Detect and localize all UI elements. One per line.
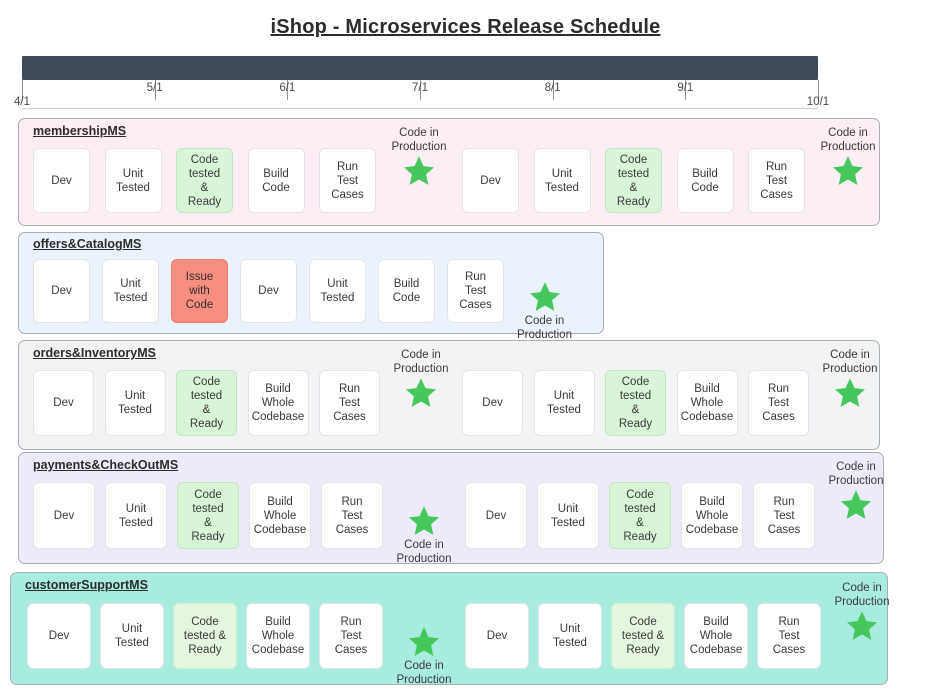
milestone-code-in-production[interactable]: Code in Production bbox=[378, 504, 470, 566]
task-box[interactable]: Code tested & Ready bbox=[176, 148, 233, 213]
task-box[interactable]: Run Test Cases bbox=[319, 603, 383, 669]
task-box[interactable]: Dev bbox=[33, 482, 95, 549]
task-box[interactable]: Code tested & Ready bbox=[611, 603, 675, 669]
task-box[interactable]: Dev bbox=[33, 370, 94, 436]
swimlane-customerSupportMS[interactable]: customerSupportMSDevUnit TestedCode test… bbox=[10, 572, 888, 685]
task-box[interactable]: Unit Tested bbox=[309, 259, 366, 323]
milestone-code-in-production[interactable]: Code in Production bbox=[378, 625, 470, 687]
page-title: iShop - Microservices Release Schedule bbox=[0, 16, 931, 39]
gantt-page: iShop - Microservices Release Schedule 4… bbox=[0, 0, 931, 696]
task-box[interactable]: Dev bbox=[27, 603, 91, 669]
timeline-tick-label: 9/1 bbox=[677, 82, 693, 94]
task-box[interactable]: Unit Tested bbox=[534, 148, 591, 213]
task-box[interactable]: Code tested & Ready bbox=[177, 482, 239, 549]
milestone-label: Code in Production bbox=[835, 581, 890, 609]
task-box[interactable]: Unit Tested bbox=[102, 259, 159, 323]
star-icon bbox=[407, 504, 441, 538]
milestone-code-in-production[interactable]: Code in Production bbox=[810, 460, 902, 522]
task-box[interactable]: Dev bbox=[33, 148, 90, 213]
task-box[interactable]: Build Code bbox=[248, 148, 305, 213]
task-box[interactable]: Dev bbox=[240, 259, 297, 323]
task-box[interactable]: Unit Tested bbox=[534, 370, 595, 436]
task-box[interactable]: Run Test Cases bbox=[753, 482, 815, 549]
star-icon bbox=[402, 154, 436, 188]
star-icon bbox=[839, 488, 873, 522]
task-box[interactable]: Run Test Cases bbox=[748, 148, 805, 213]
milestone-code-in-production[interactable]: Code in Production bbox=[373, 126, 465, 188]
milestone-label: Code in Production bbox=[517, 314, 572, 342]
task-box[interactable]: Code tested & Ready bbox=[173, 603, 237, 669]
task-box[interactable]: Unit Tested bbox=[537, 482, 599, 549]
task-box[interactable]: Build Whole Codebase bbox=[677, 370, 738, 436]
swimlane-offers&CatalogMS[interactable]: offers&CatalogMSDevUnit TestedIssue with… bbox=[18, 232, 604, 334]
task-box[interactable]: Run Test Cases bbox=[319, 148, 376, 213]
swimlane-title: payments&CheckOutMS bbox=[33, 458, 178, 472]
milestone-code-in-production[interactable]: Code in Production bbox=[816, 581, 908, 643]
milestone-label: Code in Production bbox=[392, 126, 447, 154]
task-box[interactable]: Code tested & Ready bbox=[605, 370, 666, 436]
timeline-axis: 4/1 5/1 6/1 7/1 8/1 9/1 10/1 bbox=[0, 56, 931, 112]
task-box[interactable]: Dev bbox=[465, 482, 527, 549]
star-icon bbox=[831, 154, 865, 188]
timeline-tick-label: 8/1 bbox=[545, 82, 561, 94]
swimlane-membershipMS[interactable]: membershipMSDevUnit TestedCode tested & … bbox=[18, 118, 880, 226]
task-box[interactable]: Run Test Cases bbox=[319, 370, 380, 436]
swimlane-title: offers&CatalogMS bbox=[33, 237, 141, 251]
star-icon bbox=[528, 280, 562, 314]
star-icon bbox=[845, 609, 879, 643]
swimlane-payments&CheckOutMS[interactable]: payments&CheckOutMSDevUnit TestedCode te… bbox=[18, 452, 884, 564]
task-box[interactable]: Issue with Code bbox=[171, 259, 228, 323]
milestone-code-in-production[interactable]: Code in Production bbox=[802, 126, 894, 188]
star-icon bbox=[833, 376, 867, 410]
star-icon bbox=[407, 625, 441, 659]
task-box[interactable]: Build Code bbox=[677, 148, 734, 213]
task-box[interactable]: Build Whole Codebase bbox=[684, 603, 748, 669]
task-box[interactable]: Run Test Cases bbox=[447, 259, 504, 323]
milestone-label: Code in Production bbox=[394, 348, 449, 376]
milestone-label: Code in Production bbox=[397, 659, 452, 687]
task-box[interactable]: Run Test Cases bbox=[757, 603, 821, 669]
milestone-label: Code in Production bbox=[823, 348, 878, 376]
timeline-tick-label: 7/1 bbox=[412, 82, 428, 94]
milestone-code-in-production[interactable]: Code in Production bbox=[499, 280, 591, 342]
task-box[interactable]: Build Code bbox=[378, 259, 435, 323]
milestone-code-in-production[interactable]: Code in Production bbox=[375, 348, 467, 410]
task-box[interactable]: Dev bbox=[462, 370, 523, 436]
task-box[interactable]: Run Test Cases bbox=[321, 482, 383, 549]
task-box[interactable]: Dev bbox=[465, 603, 529, 669]
milestone-code-in-production[interactable]: Code in Production bbox=[804, 348, 896, 410]
task-box[interactable]: Dev bbox=[462, 148, 519, 213]
swimlane-orders&InventoryMS[interactable]: orders&InventoryMSDevUnit TestedCode tes… bbox=[18, 340, 880, 450]
milestone-label: Code in Production bbox=[397, 538, 452, 566]
timeline-tick-label: 10/1 bbox=[807, 96, 829, 108]
task-box[interactable]: Unit Tested bbox=[105, 148, 162, 213]
task-box[interactable]: Unit Tested bbox=[100, 603, 164, 669]
task-box[interactable]: Build Whole Codebase bbox=[249, 482, 311, 549]
timeline-tick-label: 4/1 bbox=[14, 96, 30, 108]
task-box[interactable]: Unit Tested bbox=[105, 370, 166, 436]
task-box[interactable]: Code tested & Ready bbox=[605, 148, 662, 213]
task-box[interactable]: Code tested & Ready bbox=[609, 482, 671, 549]
swimlane-title: membershipMS bbox=[33, 124, 126, 138]
milestone-label: Code in Production bbox=[829, 460, 884, 488]
timeline-tick-label: 5/1 bbox=[147, 82, 163, 94]
swimlane-title: customerSupportMS bbox=[25, 578, 148, 592]
task-box[interactable]: Build Whole Codebase bbox=[681, 482, 743, 549]
swimlane-title: orders&InventoryMS bbox=[33, 346, 156, 360]
task-box[interactable]: Unit Tested bbox=[538, 603, 602, 669]
task-box[interactable]: Dev bbox=[33, 259, 90, 323]
axis-rule bbox=[22, 108, 818, 109]
task-box[interactable]: Code tested & Ready bbox=[176, 370, 237, 436]
timeline-bar bbox=[22, 56, 818, 80]
milestone-label: Code in Production bbox=[821, 126, 876, 154]
task-box[interactable]: Build Whole Codebase bbox=[248, 370, 309, 436]
timeline-tick-label: 6/1 bbox=[279, 82, 295, 94]
task-box[interactable]: Build Whole Codebase bbox=[246, 603, 310, 669]
task-box[interactable]: Run Test Cases bbox=[748, 370, 809, 436]
task-box[interactable]: Unit Tested bbox=[105, 482, 167, 549]
star-icon bbox=[404, 376, 438, 410]
